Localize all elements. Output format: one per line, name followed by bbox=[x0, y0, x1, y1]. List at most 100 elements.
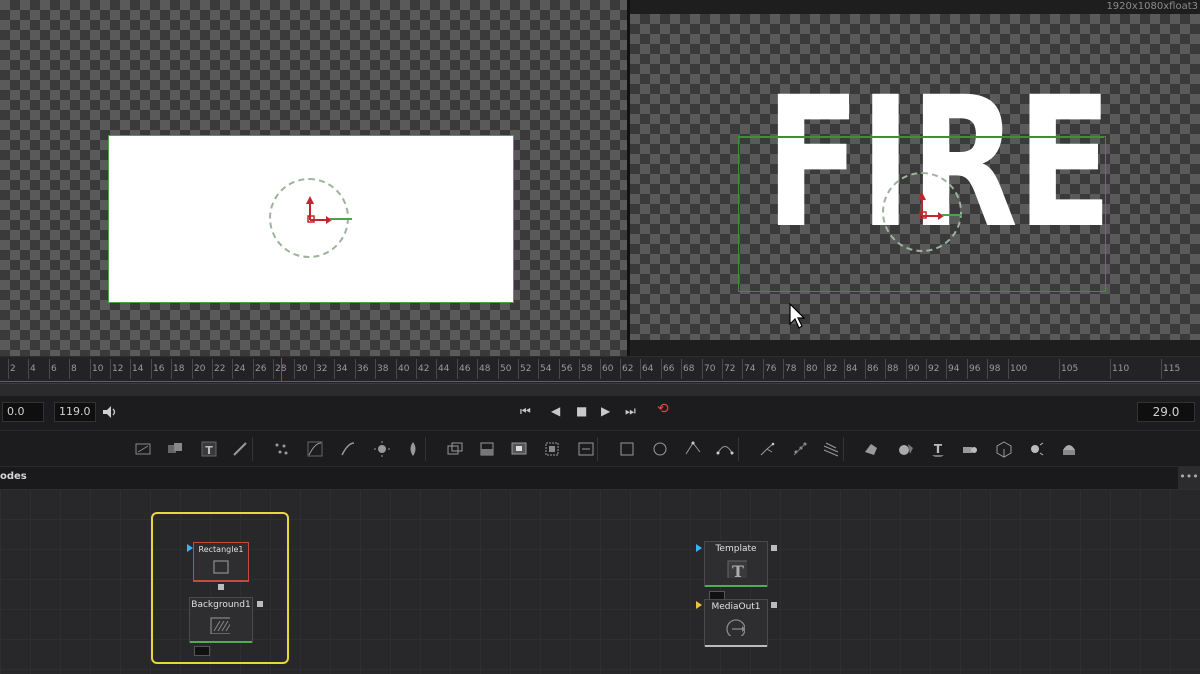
timeline-tick-mark bbox=[946, 359, 947, 379]
camera3d-tool-icon[interactable] bbox=[961, 440, 979, 458]
nodes-options-button[interactable]: ••• bbox=[1178, 467, 1200, 489]
paint-tool-icon[interactable] bbox=[231, 440, 249, 458]
bspline-mask-tool-icon[interactable] bbox=[716, 440, 734, 458]
timeline-tick-mark bbox=[1110, 359, 1111, 379]
background-node-status-bar bbox=[190, 641, 252, 643]
timeline-tick-mark bbox=[1059, 359, 1060, 379]
background-node-toggle[interactable] bbox=[194, 646, 210, 656]
background-output-port[interactable] bbox=[257, 601, 263, 607]
timeline-tick-mark bbox=[783, 359, 784, 379]
pemitter-tool-icon[interactable] bbox=[758, 440, 776, 458]
timeline-tick-label: 50 bbox=[500, 364, 512, 374]
background-node-label: Background1 bbox=[191, 600, 251, 610]
template-node[interactable]: Template T bbox=[704, 541, 768, 587]
merge3d-tool-icon[interactable] bbox=[897, 440, 915, 458]
text3d-tool-icon[interactable]: T bbox=[929, 440, 947, 458]
toolbar-separator bbox=[597, 437, 598, 461]
timeline-tick-label: 16 bbox=[153, 364, 165, 374]
timeline-tick-mark bbox=[681, 359, 682, 379]
timeline-tick-mark bbox=[906, 359, 907, 379]
audio-icon[interactable] bbox=[102, 405, 118, 419]
background-node[interactable]: Background1 bbox=[189, 597, 253, 643]
timeline-tick-label: 12 bbox=[112, 364, 124, 374]
template-input-icon[interactable] bbox=[696, 544, 702, 552]
mediaout-input-icon[interactable] bbox=[696, 601, 702, 609]
channel-booleans-tool-icon[interactable] bbox=[478, 440, 496, 458]
rectangle-input-icon[interactable] bbox=[187, 544, 193, 552]
left-viewer[interactable] bbox=[0, 0, 627, 356]
timeline-tick-label: 62 bbox=[622, 364, 634, 374]
paint-icon-group-tool-icon[interactable] bbox=[166, 440, 184, 458]
template-node-label: Template bbox=[715, 544, 757, 554]
timeline-tick-label: 4 bbox=[30, 364, 36, 374]
timeline-tick-mark bbox=[436, 359, 437, 379]
text-tool-icon[interactable]: T bbox=[200, 440, 218, 458]
timeline-tick-label: 40 bbox=[398, 364, 410, 374]
go-to-start-button[interactable]: ⏮ bbox=[520, 404, 531, 418]
blur-tool-icon[interactable] bbox=[404, 440, 422, 458]
image-plane3d-tool-icon[interactable] bbox=[1060, 440, 1078, 458]
nodes-panel-header: odes ••• bbox=[0, 466, 1200, 490]
ellipse-mask-tool-icon[interactable] bbox=[651, 440, 669, 458]
merge-tool-icon[interactable] bbox=[446, 440, 464, 458]
toolbar-separator bbox=[738, 437, 739, 461]
timeline-tick-label: 90 bbox=[908, 364, 920, 374]
timeline-tick-mark bbox=[844, 359, 845, 379]
play-reverse-button[interactable]: ◀ bbox=[551, 404, 560, 418]
timeline-tick-mark bbox=[334, 359, 335, 379]
rectangle-mask-tool-icon[interactable] bbox=[618, 440, 636, 458]
timeline-tick-label: 20 bbox=[194, 364, 206, 374]
timeline-tick-mark bbox=[1161, 359, 1162, 379]
global-start-field[interactable]: 0.0 bbox=[2, 402, 44, 422]
render-range-line bbox=[0, 381, 1200, 382]
color-curves-tool-icon[interactable] bbox=[306, 440, 324, 458]
timeline-tick-label: 82 bbox=[826, 364, 838, 374]
playhead[interactable] bbox=[281, 358, 282, 382]
timeline-tick-mark bbox=[69, 359, 70, 379]
rectangle-output-port[interactable] bbox=[218, 584, 224, 590]
resize-tool-icon[interactable] bbox=[577, 440, 595, 458]
pfriction-tool-icon[interactable] bbox=[822, 440, 840, 458]
mediaout-output-port[interactable] bbox=[771, 602, 777, 608]
play-button[interactable]: ▶ bbox=[601, 404, 610, 418]
global-end-field[interactable]: 119.0 bbox=[54, 402, 96, 422]
timeline-tick-label: 72 bbox=[724, 364, 736, 374]
rectangle-node[interactable]: Rectangle1 bbox=[193, 542, 249, 582]
background-gradient-icon bbox=[210, 617, 230, 634]
viewer-tool-icon[interactable] bbox=[510, 440, 528, 458]
timeline-tick-mark bbox=[885, 359, 886, 379]
mediaout-node[interactable]: MediaOut1 bbox=[704, 599, 768, 647]
stop-button[interactable]: ■ bbox=[576, 404, 587, 418]
transport-bar: 0.0 119.0 ⏮ ◀ ■ ▶ ⏭ ⟲ 29.0 bbox=[0, 396, 1200, 428]
background-tool-icon[interactable] bbox=[134, 440, 152, 458]
prender-tool-icon[interactable] bbox=[791, 440, 809, 458]
fps-field[interactable]: 29.0 bbox=[1137, 402, 1195, 422]
light-tool-icon[interactable] bbox=[1027, 440, 1045, 458]
timeline-tick-label: 32 bbox=[316, 364, 328, 374]
timeline-tick-label: 76 bbox=[765, 364, 777, 374]
timeline-tick-mark bbox=[171, 359, 172, 379]
timeline-tick-label: 36 bbox=[357, 364, 369, 374]
shape3d-tool-icon[interactable] bbox=[862, 440, 880, 458]
loop-button[interactable]: ⟲ bbox=[657, 402, 669, 416]
polygon-mask-tool-icon[interactable] bbox=[684, 440, 702, 458]
timeline-scrollbar[interactable] bbox=[0, 383, 1200, 397]
timeline-tick-label: 44 bbox=[438, 364, 450, 374]
go-to-end-button[interactable]: ⏭ bbox=[625, 404, 636, 418]
node-editor-canvas[interactable]: Rectangle1 Background1 Template T MediaO… bbox=[0, 489, 1200, 674]
template-output-port[interactable] bbox=[771, 545, 777, 551]
transform-tool-icon[interactable] bbox=[543, 440, 561, 458]
color-corrector-tool-icon[interactable] bbox=[339, 440, 357, 458]
particles-tool-icon[interactable] bbox=[272, 440, 290, 458]
right-viewer[interactable]: 1920x1080xfloat3 FIRE bbox=[630, 0, 1200, 356]
renderer3d-tool-icon[interactable] bbox=[995, 440, 1013, 458]
text-transform-axis-icon[interactable] bbox=[912, 192, 972, 222]
timeline-tick-label: 98 bbox=[989, 364, 1001, 374]
timeline-tick-mark bbox=[518, 359, 519, 379]
text-tool-icon: T bbox=[727, 560, 747, 578]
timeline-tick-label: 96 bbox=[969, 364, 981, 374]
svg-text:T: T bbox=[205, 444, 213, 457]
brightness-tool-icon[interactable] bbox=[373, 440, 391, 458]
timeline-tick-label: 94 bbox=[948, 364, 960, 374]
transform-axis-icon[interactable] bbox=[300, 196, 360, 226]
